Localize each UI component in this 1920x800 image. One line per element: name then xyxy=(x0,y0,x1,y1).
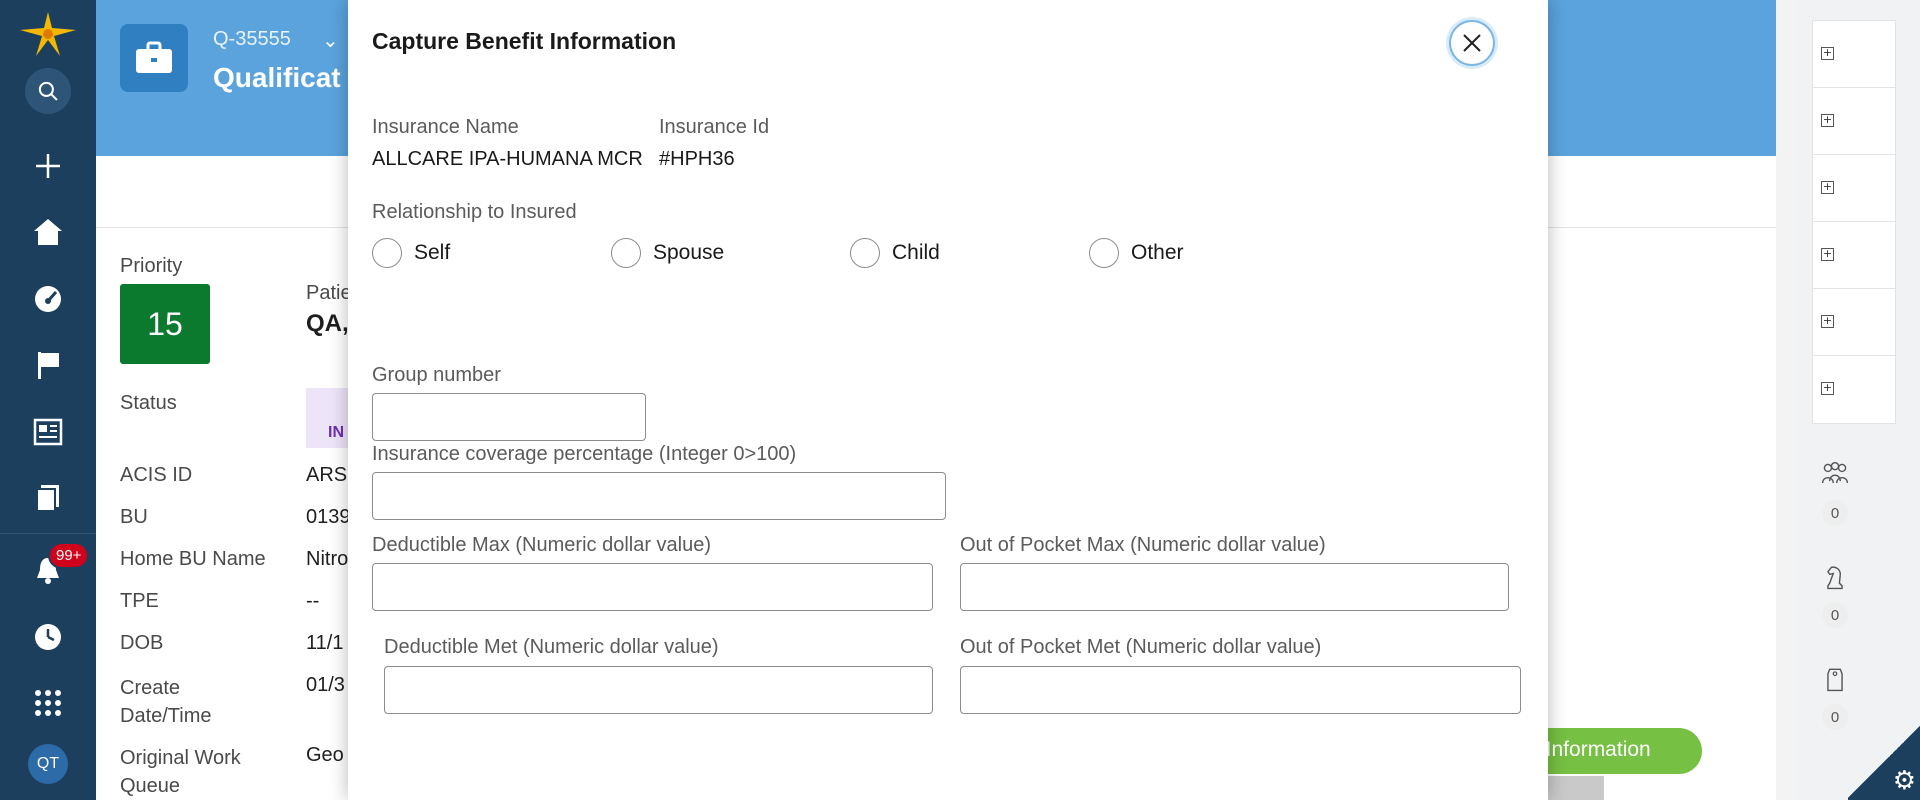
field-value: Nitro xyxy=(306,548,349,570)
documents-icon[interactable] xyxy=(28,478,68,518)
status-label: Status xyxy=(120,392,177,414)
radio-circle[interactable] xyxy=(850,238,880,268)
deductible-max-label: Deductible Max (Numeric dollar value) xyxy=(372,534,712,556)
close-icon xyxy=(1463,34,1481,52)
patient-label: Patie xyxy=(306,282,352,304)
plus-icon[interactable] xyxy=(28,146,68,186)
expand-icon[interactable]: + xyxy=(1821,248,1834,261)
field-value: Geo xyxy=(306,744,344,766)
expand-icon[interactable]: + xyxy=(1821,114,1834,127)
people-icon[interactable] xyxy=(1818,458,1852,492)
field-value: 01/3 xyxy=(306,674,345,696)
modal-title: Capture Benefit Information xyxy=(372,28,677,54)
home-icon[interactable] xyxy=(28,212,68,252)
radio-self[interactable]: Self xyxy=(372,238,450,268)
radio-circle[interactable] xyxy=(1089,238,1119,268)
tag-icon[interactable] xyxy=(1818,662,1852,696)
radio-child[interactable]: Child xyxy=(850,238,940,268)
bell-icon[interactable]: 99+ xyxy=(28,542,90,590)
search-icon[interactable] xyxy=(25,68,71,114)
history-icon[interactable] xyxy=(28,617,68,657)
insurance-name-label: Insurance Name xyxy=(372,116,519,138)
right-gutter xyxy=(1776,0,1796,800)
radio-label: Other xyxy=(1131,241,1184,264)
radio-spouse[interactable]: Spouse xyxy=(611,238,724,268)
settings-corner[interactable]: ⚙ xyxy=(1848,724,1920,800)
nav-divider xyxy=(0,533,96,534)
list-item[interactable]: + xyxy=(1813,88,1895,155)
patient-name: QA, xyxy=(306,310,349,337)
case-title: Qualificat xyxy=(213,62,341,93)
radio-label: Spouse xyxy=(653,241,725,264)
field-label: Create Date/Time xyxy=(120,677,212,727)
insurance-name-value: ALLCARE IPA-HUMANA MCR xyxy=(372,148,643,170)
priority-label: Priority xyxy=(120,255,183,277)
expand-icon[interactable]: + xyxy=(1821,382,1834,395)
oop-max-input[interactable] xyxy=(960,563,1509,611)
close-button[interactable] xyxy=(1449,20,1495,66)
field-label: DOB xyxy=(120,632,164,654)
relationship-label: Relationship to Insured xyxy=(372,201,577,223)
gear-icon[interactable]: ⚙ xyxy=(1893,766,1916,796)
field-label: ACIS ID xyxy=(120,464,193,486)
people-count: 0 xyxy=(1822,500,1848,526)
priority-badge: 15 xyxy=(120,284,210,364)
radio-other[interactable]: Other xyxy=(1089,238,1184,268)
notification-badge: 99+ xyxy=(48,542,90,569)
insurance-id-label: Insurance Id xyxy=(659,116,770,138)
oop-max-label: Out of Pocket Max (Numeric dollar value) xyxy=(960,534,1326,556)
field-label: Home BU Name xyxy=(120,548,266,570)
deductible-max-input[interactable] xyxy=(372,563,933,611)
group-number-input[interactable] xyxy=(372,393,646,441)
radio-circle[interactable] xyxy=(611,238,641,268)
radio-label: Child xyxy=(892,241,940,264)
list-item[interactable]: + xyxy=(1813,356,1895,423)
expand-icon[interactable]: + xyxy=(1821,47,1834,60)
capture-benefit-modal: Capture Benefit Information Insurance Na… xyxy=(348,0,1548,800)
deductible-met-input[interactable] xyxy=(384,666,933,714)
field-value: 0139 xyxy=(306,506,351,528)
newspaper-icon[interactable] xyxy=(28,412,68,452)
grid-icon[interactable] xyxy=(28,683,68,723)
right-panel-list: + + + + + + xyxy=(1812,20,1896,424)
chess-knight-icon[interactable] xyxy=(1818,560,1852,594)
radio-label: Self xyxy=(414,241,451,264)
gauge-icon[interactable] xyxy=(28,279,68,319)
flag-icon[interactable] xyxy=(28,345,68,385)
list-item[interactable]: + xyxy=(1813,222,1895,289)
case-id: Q-35555 xyxy=(213,28,291,50)
field-label: Original Work Queue xyxy=(120,747,241,797)
list-item[interactable]: + xyxy=(1813,21,1895,88)
deductible-met-label: Deductible Met (Numeric dollar value) xyxy=(384,636,719,658)
field-value: -- xyxy=(306,590,320,612)
briefcase-icon xyxy=(120,24,188,92)
field-value: ARS xyxy=(306,464,348,486)
list-item[interactable]: + xyxy=(1813,155,1895,222)
field-value: 11/1 xyxy=(306,632,344,654)
expand-icon[interactable]: + xyxy=(1821,181,1834,194)
knight-count: 0 xyxy=(1822,602,1848,628)
radio-circle[interactable] xyxy=(372,238,402,268)
coverage-label: Insurance coverage percentage (Integer 0… xyxy=(372,443,797,465)
tag-count: 0 xyxy=(1822,704,1848,730)
list-item[interactable]: + xyxy=(1813,289,1895,356)
insurance-id-value: #HPH36 xyxy=(659,148,735,170)
avatar[interactable]: QT xyxy=(28,744,68,784)
field-label: BU xyxy=(120,506,148,528)
field-label: TPE xyxy=(120,590,159,612)
coverage-input[interactable] xyxy=(372,472,946,520)
horizontal-scrollbar[interactable] xyxy=(1548,776,1604,800)
group-number-label: Group number xyxy=(372,364,501,386)
chevron-down-icon[interactable]: ⌄ xyxy=(322,28,339,52)
left-nav: 99+ QT xyxy=(0,0,96,800)
oop-met-input[interactable] xyxy=(960,666,1521,714)
oop-met-label: Out of Pocket Met (Numeric dollar value) xyxy=(960,636,1322,658)
expand-icon[interactable]: + xyxy=(1821,315,1834,328)
logo-star-icon[interactable] xyxy=(16,10,80,58)
